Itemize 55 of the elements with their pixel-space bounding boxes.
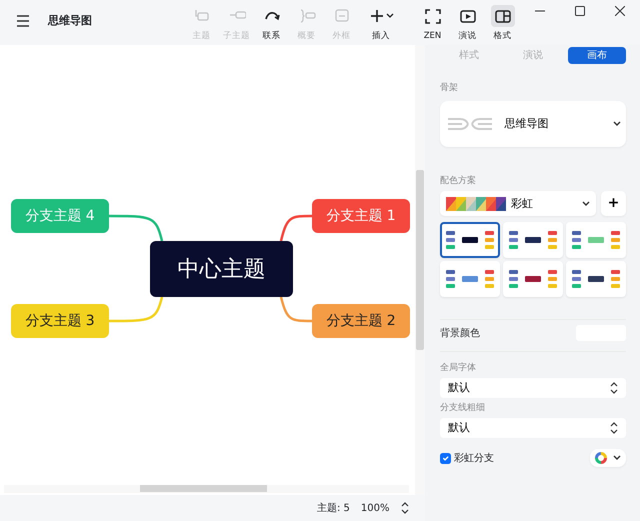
color-scheme-dropdown[interactable]: 彩虹: [440, 191, 596, 216]
add-button[interactable]: +: [601, 191, 626, 216]
toolbar-button[interactable]: 插入: [359, 2, 403, 42]
section-label: 全局字体: [440, 362, 477, 374]
panel-tab[interactable]: 画布: [568, 47, 626, 64]
structure-dropdown[interactable]: 思维导图: [440, 101, 626, 147]
toolbar-button[interactable]: ZEN: [415, 2, 450, 42]
connector-line: [280, 214, 312, 242]
branch-topic-node[interactable]: 分支主题 1: [312, 199, 410, 233]
theme-thumbnail[interactable]: [566, 222, 626, 258]
branch-topic-node[interactable]: 分支主题 3: [11, 304, 109, 338]
theme-thumbnail[interactable]: [566, 260, 626, 296]
plus-icon: [368, 8, 386, 24]
chevron-down-icon: [612, 455, 620, 461]
horizontal-scrollbar[interactable]: [4, 485, 409, 493]
central-topic-node[interactable]: 中心主题: [150, 241, 293, 297]
chevron-down-icon: [612, 121, 620, 127]
scrollbar-thumb[interactable]: [416, 170, 424, 350]
up-down-chevron-icon: [610, 422, 618, 434]
section-label: 背景颜色: [440, 326, 480, 340]
section-label: 骨架: [440, 82, 459, 95]
theme-thumbnail[interactable]: [502, 260, 564, 296]
fullscreen-icon: [424, 8, 442, 24]
close-icon: [615, 6, 625, 16]
section-label: 分支线粗细: [440, 402, 486, 415]
panel-icon: [494, 8, 512, 24]
window-title: 思维导图: [48, 13, 93, 29]
select-field[interactable]: 默认: [440, 378, 626, 398]
theme-thumbnail[interactable]: [440, 222, 500, 258]
branch-topic-node[interactable]: 分支主题 2: [312, 304, 410, 338]
connector-line: [109, 296, 164, 322]
chevron-down-icon: [582, 200, 590, 207]
boundary-icon: [332, 8, 350, 24]
color-wheel-icon: [595, 452, 607, 464]
select-field[interactable]: 默认: [440, 418, 626, 438]
play-icon: [458, 8, 476, 24]
toolbar-button[interactable]: 演说: [450, 2, 485, 42]
maximize-icon: [575, 6, 585, 16]
scrollbar-thumb[interactable]: [140, 485, 267, 492]
toolbar-button[interactable]: 格式: [485, 2, 520, 42]
color-wheel-dropdown[interactable]: [590, 449, 626, 467]
theme-thumbnail[interactable]: [502, 222, 564, 258]
theme-thumbnail[interactable]: [440, 260, 500, 296]
toolbar-button[interactable]: 联系: [254, 2, 289, 42]
color-palette-icon: [446, 196, 506, 211]
section-label: 配色方案: [440, 175, 477, 188]
connector-line: [109, 214, 164, 242]
checkbox-label: 彩虹分支: [454, 452, 495, 466]
checkbox[interactable]: [440, 452, 451, 464]
up-down-chevron-icon: [610, 382, 618, 394]
stepper-icon[interactable]: [400, 502, 408, 514]
menu-icon[interactable]: [16, 14, 30, 27]
zoom-level: 100%: [360, 502, 390, 516]
topic-count: 主题: 5: [316, 502, 350, 516]
connector-line: [280, 296, 312, 322]
